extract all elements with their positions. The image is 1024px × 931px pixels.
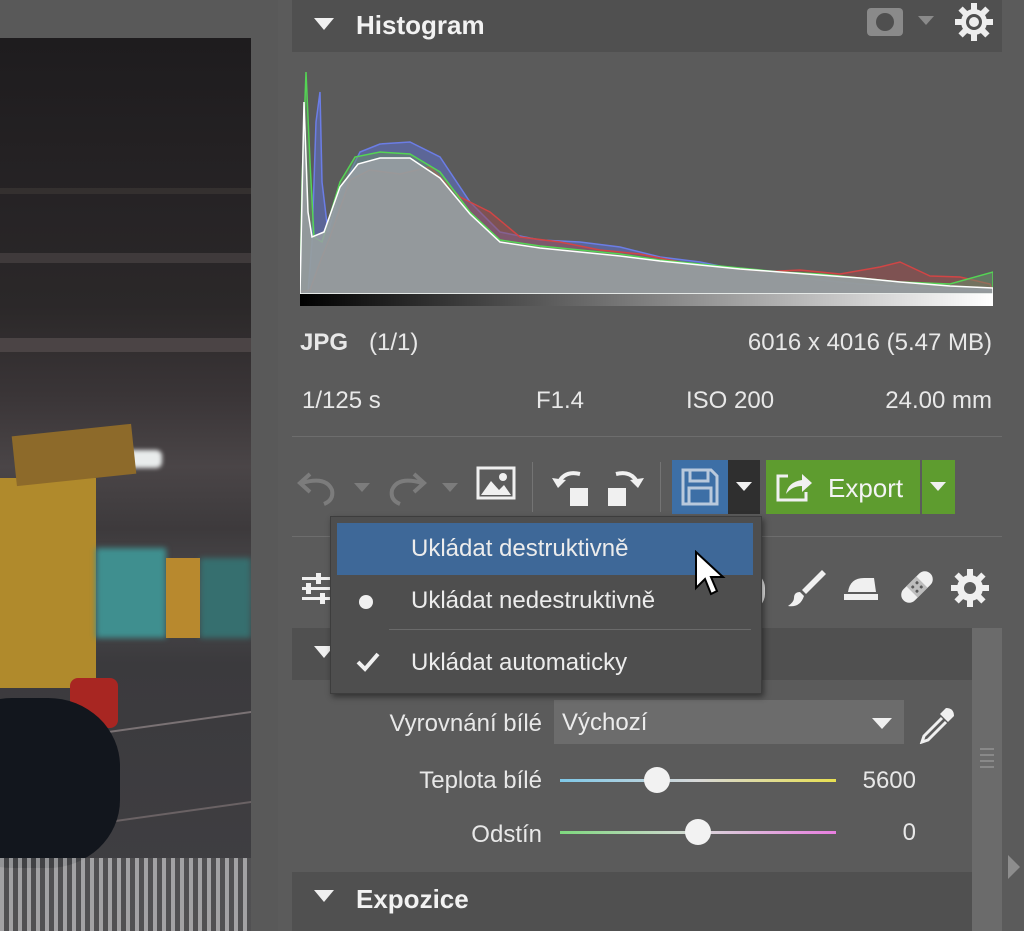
rotate-left-icon[interactable] — [550, 464, 592, 508]
photo-box — [0, 478, 96, 688]
photo-detail — [166, 558, 200, 638]
export-dropdown-button[interactable] — [922, 460, 955, 514]
toolbar-separator — [532, 462, 533, 512]
save-dropdown-button[interactable] — [728, 460, 760, 514]
file-format: JPG — [300, 329, 349, 356]
export-label: Export — [828, 473, 904, 503]
eyedropper-icon[interactable] — [918, 704, 958, 744]
histogram-title: Histogram — [356, 10, 485, 40]
tint-slider-knob[interactable] — [685, 819, 711, 845]
exif-aperture: F1.4 — [536, 387, 585, 414]
rotate-right-icon[interactable] — [604, 464, 646, 508]
right-panel: Histogram JPG (1/1) 6016 x 4016 (5.47 MB… — [278, 0, 1024, 931]
histogram-header[interactable]: Histogram — [292, 0, 1002, 52]
exposure-header[interactable]: Expozice — [292, 872, 972, 931]
wb-mode-label: Vyrovnání bílé — [389, 710, 542, 737]
file-dimensions: 6016 x 4016 (5.47 MB) — [747, 329, 992, 356]
menu-item-save-automatic[interactable]: Ukládat automaticky — [337, 637, 753, 689]
photo-person — [0, 698, 120, 868]
menu-item-label: Ukládat nedestruktivně — [411, 587, 656, 614]
photo-detail — [0, 858, 251, 931]
undo-icon[interactable] — [296, 466, 340, 508]
menu-item-label: Ukládat automaticky — [411, 649, 628, 676]
photo-strip — [0, 0, 278, 931]
menu-separator — [389, 629, 751, 630]
collapse-triangle-icon[interactable] — [314, 890, 334, 902]
photo-detail — [0, 338, 251, 352]
collapse-triangle-icon[interactable] — [314, 18, 334, 30]
exif-focal-length: 24.00 mm — [885, 387, 992, 414]
chevron-down-icon[interactable] — [918, 16, 934, 25]
checkmark-icon — [356, 652, 380, 672]
scrollbar[interactable] — [972, 628, 1002, 931]
histogram-gradient-bar — [300, 294, 993, 306]
menu-item-save-destructive[interactable]: Ukládat destruktivně — [337, 523, 753, 575]
photo-detail — [96, 548, 166, 638]
brush-icon[interactable] — [786, 568, 826, 608]
bandage-icon[interactable] — [896, 566, 938, 608]
chevron-right-icon[interactable] — [1008, 855, 1020, 879]
photo-detail — [0, 188, 251, 194]
mouse-cursor-icon — [695, 550, 726, 596]
photo-detail — [0, 253, 251, 263]
temperature-slider-track[interactable] — [560, 779, 836, 782]
export-button[interactable]: Export — [766, 460, 920, 514]
undo-dropdown-icon[interactable] — [354, 483, 370, 492]
divider — [292, 436, 1002, 437]
temperature-value[interactable]: 5600 — [836, 767, 916, 795]
temperature-slider-knob[interactable] — [643, 767, 670, 793]
chevron-down-icon — [872, 718, 892, 729]
tint-value[interactable]: 0 — [836, 819, 916, 847]
temperature-label: Teplota bílé — [419, 767, 542, 794]
histogram-graph — [300, 62, 993, 306]
tint-label: Odstín — [471, 821, 542, 848]
exif-iso: ISO 200 — [686, 387, 775, 414]
iron-icon[interactable] — [842, 572, 880, 604]
exposure-title: Expozice — [356, 884, 469, 914]
save-button[interactable] — [672, 460, 728, 514]
sliders-icon[interactable] — [300, 572, 332, 606]
gear-icon[interactable] — [954, 2, 994, 42]
wb-mode-select[interactable]: Výchozí — [554, 700, 904, 744]
wb-mode-value: Výchozí — [562, 709, 648, 736]
exif-shutter: 1/125 s — [302, 387, 381, 414]
gear-icon[interactable] — [950, 568, 990, 608]
menu-item-save-nondestructive[interactable]: Ukládat nedestruktivně — [337, 575, 753, 627]
image-icon[interactable] — [476, 466, 516, 502]
photo-box-lid — [11, 423, 137, 487]
file-index: (1/1) — [369, 329, 419, 356]
bullet-icon — [359, 595, 373, 609]
toolbar-separator — [660, 462, 661, 512]
menu-item-label: Ukládat destruktivně — [411, 535, 629, 562]
floppy-icon — [681, 468, 719, 506]
save-mode-menu: Ukládat destruktivně Ukládat nedestrukti… — [330, 516, 762, 694]
share-icon — [776, 474, 812, 502]
mask-icon[interactable] — [867, 8, 903, 36]
redo-dropdown-icon[interactable] — [442, 483, 458, 492]
photo-detail — [200, 558, 251, 638]
scrollbar-grip[interactable] — [980, 748, 994, 772]
photo-preview[interactable] — [0, 38, 251, 931]
redo-icon[interactable] — [384, 466, 428, 508]
